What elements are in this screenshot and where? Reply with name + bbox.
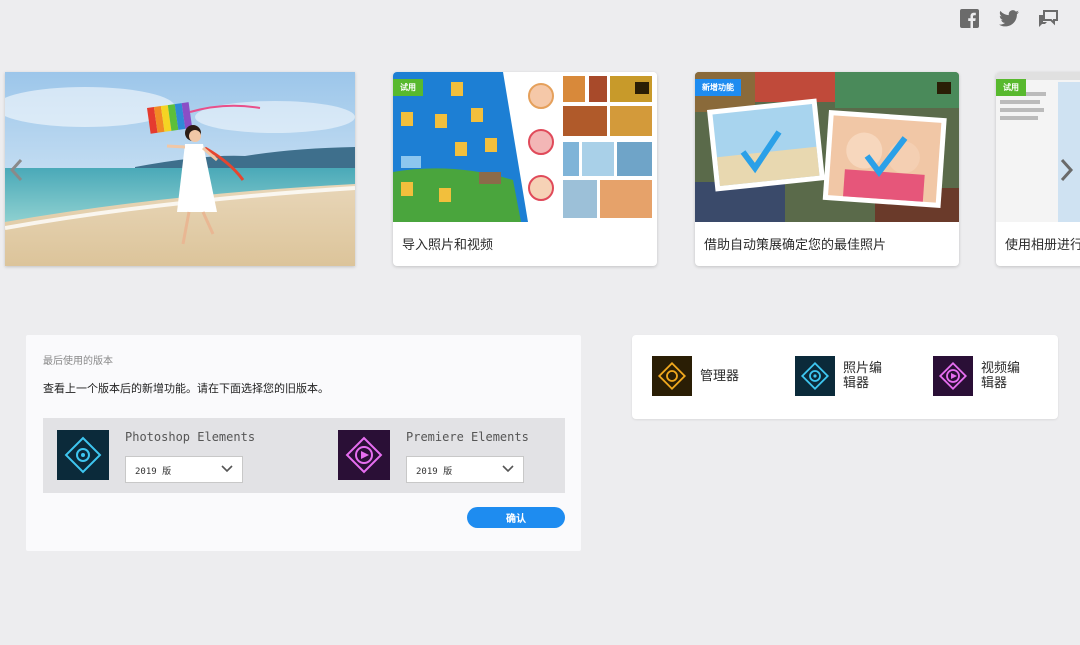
premiere-elements-icon [338, 430, 390, 480]
product-premiere-elements: Premiere Elements 2019 版 [338, 430, 529, 483]
hero-image [5, 72, 355, 266]
feedback-icon[interactable] [1037, 8, 1058, 29]
app-launch-panel: 管理器 照片编 辑器 视频编 辑器 [632, 335, 1058, 419]
select-value: 2019 版 [416, 467, 453, 477]
panel-heading: 最后使用的版本 [43, 356, 113, 367]
card-caption: 导入照片和视频 [402, 238, 494, 253]
carousel-next-button[interactable] [1054, 150, 1080, 190]
chevron-down-icon [502, 465, 514, 473]
trial-badge: 试用 [996, 79, 1026, 96]
carousel-card-import[interactable]: 试用 导入照片和视频 [393, 72, 657, 266]
feature-carousel: 试用 导入照片和视频 新增功能 借助自动策展确定您的最佳照片 试用 使用相册进行 [0, 72, 1080, 268]
photo-editor-icon [795, 356, 835, 396]
launch-label: 照片编 辑器 [843, 361, 883, 391]
twitter-icon[interactable] [998, 8, 1019, 29]
product-photoshop-elements: Photoshop Elements 2019 版 [57, 430, 255, 483]
chevron-right-icon [1060, 158, 1074, 182]
auto-curate-thumbnail: 新增功能 [695, 72, 959, 222]
confirm-button[interactable]: 确认 [467, 507, 565, 528]
new-feature-badge: 新增功能 [695, 79, 741, 96]
card-caption: 使用相册进行 [1005, 238, 1080, 253]
chevron-down-icon [221, 465, 233, 473]
product-selector-area: Photoshop Elements 2019 版 Premiere Eleme… [43, 418, 565, 493]
carousel-card-auto-curate[interactable]: 新增功能 借助自动策展确定您的最佳照片 [695, 72, 959, 266]
previous-version-panel: 最后使用的版本 查看上一个版本后的新增功能。请在下面选择您的旧版本。 Photo… [26, 335, 581, 551]
carousel-prev-button[interactable] [3, 150, 29, 190]
launch-label: 视频编 辑器 [981, 361, 1021, 391]
launch-photo-editor[interactable]: 照片编 辑器 [795, 356, 882, 396]
social-links [959, 8, 1058, 29]
product-name: Premiere Elements [406, 430, 529, 444]
launch-video-editor[interactable]: 视频编 辑器 [933, 356, 1020, 396]
launch-label: 管理器 [700, 368, 740, 384]
organizer-icon [652, 356, 692, 396]
product-name: Photoshop Elements [125, 430, 256, 444]
albums-thumbnail: 试用 [996, 72, 1080, 222]
select-value: 2019 版 [135, 467, 172, 477]
premiere-version-select[interactable]: 2019 版 [406, 456, 524, 483]
card-caption: 借助自动策展确定您的最佳照片 [704, 238, 887, 253]
chevron-left-icon [9, 158, 23, 182]
photoshop-version-select[interactable]: 2019 版 [125, 456, 243, 483]
trial-badge: 试用 [393, 79, 423, 96]
video-editor-icon [933, 356, 973, 396]
import-thumbnail: 试用 [393, 72, 657, 222]
photoshop-elements-icon [57, 430, 109, 480]
panel-description: 查看上一个版本后的新增功能。请在下面选择您的旧版本。 [43, 382, 329, 395]
facebook-icon[interactable] [959, 8, 980, 29]
launch-organizer[interactable]: 管理器 [652, 356, 739, 396]
